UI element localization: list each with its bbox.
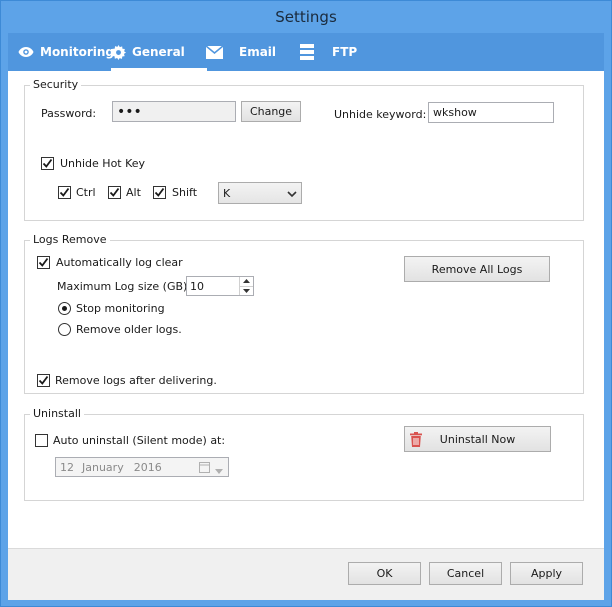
chevron-down-icon [215,464,223,477]
checkmark-icon [38,375,49,385]
eye-icon [18,46,34,58]
tab-ftp-label: FTP [332,45,358,59]
unhide-hotkey-label: Unhide Hot Key [60,157,146,170]
stepper-buttons [239,277,253,295]
security-title: Security [30,78,82,91]
general-settings-panel: Security Password: Change Unhide keyword… [8,71,604,548]
checkmark-icon [38,257,49,267]
unhide-hotkey-checkbox[interactable] [41,157,54,170]
ok-button[interactable]: OK [348,562,421,585]
auto-uninstall-label: Auto uninstall (Silent mode) at: [53,434,226,447]
tab-monitoring-label: Monitoring [40,45,114,59]
tab-email-label: Email [239,45,277,59]
security-group: Security Password: Change Unhide keyword… [24,78,584,221]
chevron-down-icon [287,188,297,201]
stop-monitoring-radio[interactable] [58,302,71,315]
window-title: Settings [275,8,337,26]
tab-email[interactable]: Email [206,33,276,71]
ctrl-label: Ctrl [76,186,96,199]
password-field[interactable] [112,101,236,122]
hotkey-key-value: K [223,186,231,200]
uninstall-group: Uninstall Auto uninstall (Silent mode) a… [24,407,584,501]
ctrl-checkbox[interactable] [58,186,71,199]
tab-general-label: General [132,45,185,59]
envelope-icon [206,45,223,59]
unhide-keyword-label: Unhide keyword: [334,108,427,121]
max-log-size-label: Maximum Log size (GB) [57,280,188,293]
tab-monitoring[interactable]: Monitoring [18,33,114,71]
gear-icon [111,44,126,60]
apply-button[interactable]: Apply [510,562,583,585]
dialog-footer: OK Cancel Apply [8,548,604,600]
shift-checkbox[interactable] [153,186,166,199]
alt-checkbox[interactable] [108,186,121,199]
auto-log-clear-label: Automatically log clear [56,256,183,269]
stop-monitoring-label: Stop monitoring [76,302,165,315]
uninstall-now-button[interactable]: Uninstall Now [404,426,551,452]
alt-label: Alt [126,186,141,199]
checkmark-icon [59,187,70,197]
remove-older-logs-label: Remove older logs. [76,323,182,336]
date-year: 2016 [133,460,162,474]
change-password-button[interactable]: Change [241,101,301,122]
stepper-down-icon[interactable] [240,287,253,296]
remove-all-logs-button[interactable]: Remove All Logs [404,256,550,282]
auto-log-clear-checkbox[interactable] [37,256,50,269]
auto-uninstall-checkbox[interactable] [35,434,48,447]
tab-ftp[interactable]: FTP [300,33,357,71]
checkmark-icon [109,187,120,197]
logs-remove-title: Logs Remove [30,233,110,246]
remove-after-delivering-checkbox[interactable] [37,374,50,387]
trash-icon [410,432,422,450]
tab-general[interactable]: General [111,33,207,71]
shift-label: Shift [172,186,198,199]
settings-window: Settings Monitoring General Email FTP Se… [0,0,612,607]
tab-bar: Monitoring General Email FTP [8,33,604,71]
date-day: 12 [60,460,74,474]
checkmark-icon [42,158,53,168]
hotkey-key-select[interactable]: K [218,182,302,204]
unhide-keyword-input[interactable] [428,102,554,123]
logs-remove-group: Logs Remove Automatically log clear Maxi… [24,233,584,394]
remove-after-delivering-label: Remove logs after delivering. [55,374,217,387]
max-log-size-value: 10 [190,280,204,293]
remove-older-logs-radio[interactable] [58,323,71,336]
max-log-size-stepper[interactable]: 10 [186,276,254,296]
cancel-button[interactable]: Cancel [429,562,502,585]
checkmark-icon [154,187,165,197]
stepper-up-icon[interactable] [240,277,253,287]
server-icon [300,44,314,60]
uninstall-date-picker[interactable]: 12 January 2016 [55,457,229,477]
uninstall-title: Uninstall [30,407,84,420]
calendar-icon [199,461,210,476]
date-month: January [82,460,124,474]
uninstall-now-label: Uninstall Now [439,432,516,446]
password-label: Password: [41,107,97,120]
